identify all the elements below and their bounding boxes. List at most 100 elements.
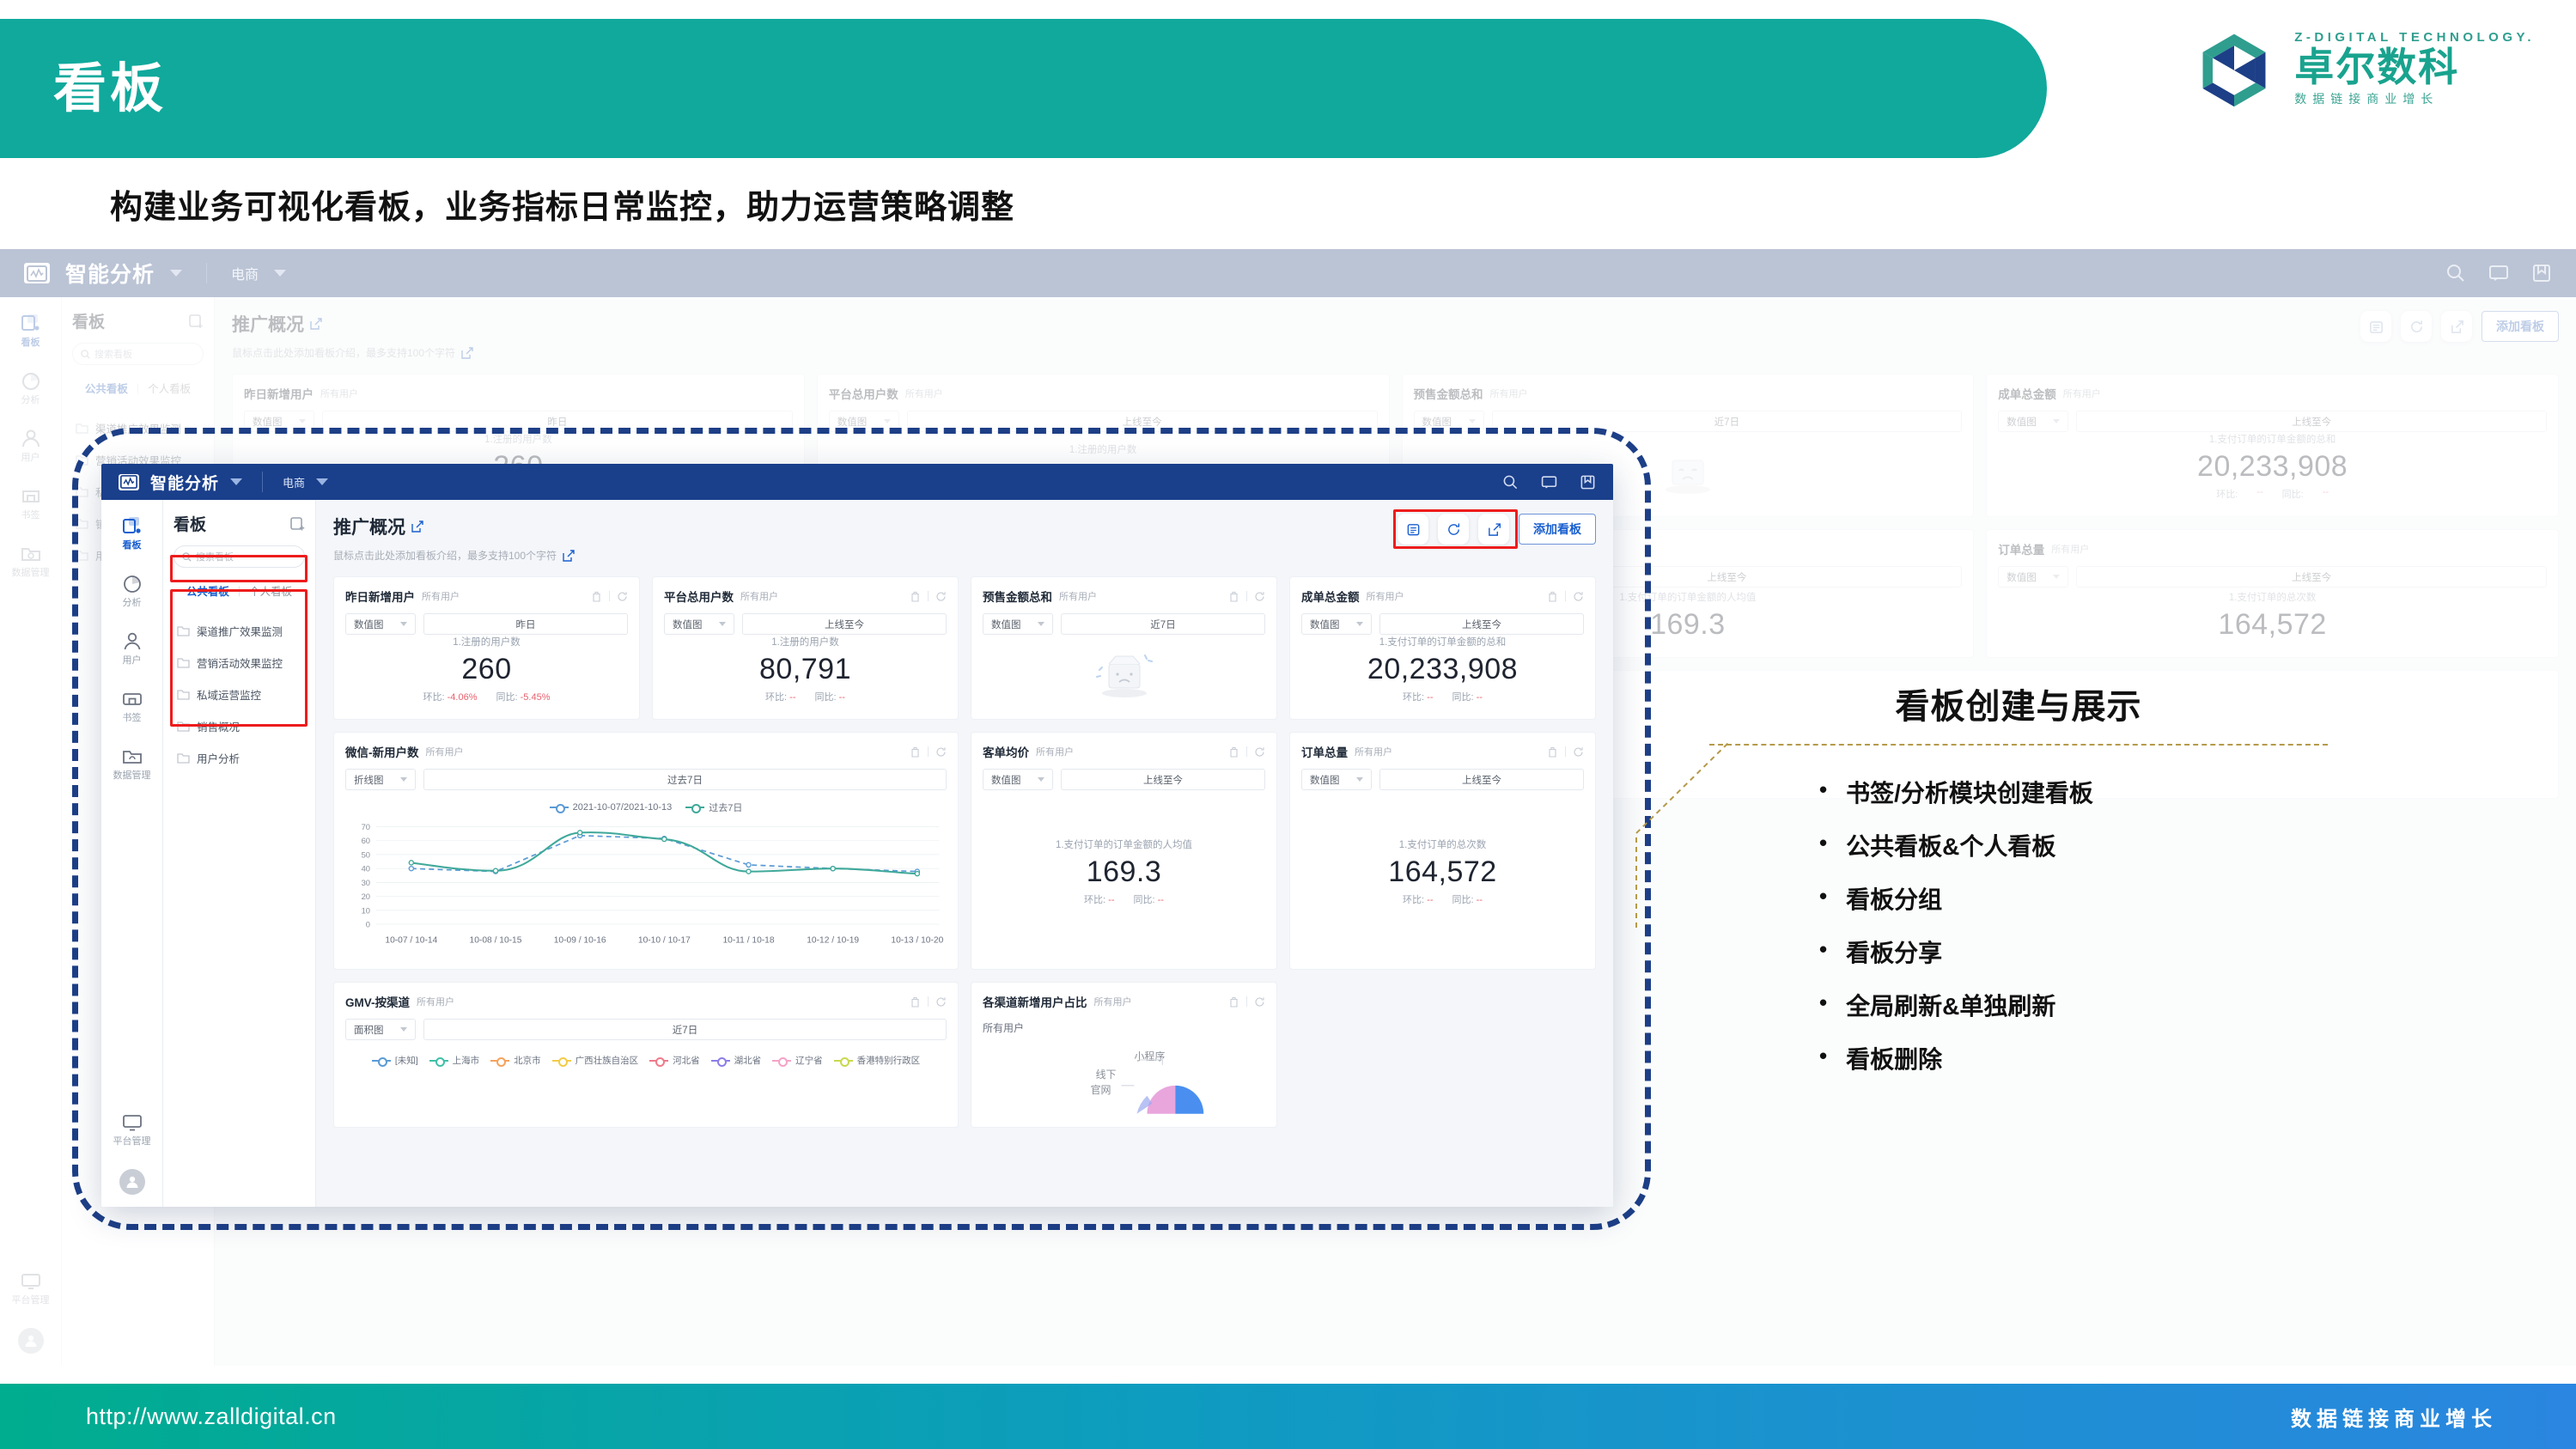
date-range-select[interactable]: 上线至今: [742, 613, 947, 635]
list-item[interactable]: 用户分析: [174, 742, 305, 774]
legend-item[interactable]: 过去7日: [685, 801, 742, 814]
sector-chevron-down-icon[interactable]: [316, 478, 329, 485]
sidebar-item-platform-management[interactable]: 平台管理: [101, 1111, 162, 1147]
delete-icon[interactable]: [591, 591, 602, 602]
mom-value: -4.06%: [447, 692, 478, 703]
date-range-select[interactable]: 近7日: [1061, 613, 1265, 635]
metric-card[interactable]: 客单均价 所有用户 数值图 上线至今 1.支付订单的订单金额的人均值 169.3…: [971, 732, 1277, 971]
sidebar-item-bookmark[interactable]: 书签: [101, 688, 162, 723]
refresh-icon[interactable]: [935, 591, 947, 602]
legend-item[interactable]: 广西壮族自治区: [551, 1054, 638, 1067]
chevron-down-icon: [2053, 419, 2061, 423]
list-item[interactable]: 销售概况: [174, 710, 305, 742]
chart-type-select[interactable]: 数值图: [1301, 769, 1372, 790]
board-header: 推广概况 鼠标点击此处添加看板介绍，最多支持100个字符 添加看板: [333, 509, 1596, 563]
sidebar-item-dashboard[interactable]: 看板: [101, 515, 162, 551]
refresh-icon[interactable]: [1254, 746, 1265, 758]
tab-public-boards[interactable]: 公共看板: [186, 582, 229, 599]
add-board-icon[interactable]: [289, 516, 305, 532]
date-range-value: 昨日: [322, 411, 793, 432]
legend-item[interactable]: 上海市: [429, 1054, 479, 1067]
date-range-select[interactable]: 上线至今: [1379, 769, 1584, 790]
app-body: 看板 分析 用户 书签 数据管理 平台管理 看板 搜索看板 公共看板 | 个人看…: [101, 500, 1613, 1207]
metric-card[interactable]: 平台总用户数 所有用户 数值图 上线至今 1.注册的用户数 80,791 环比:…: [652, 576, 959, 720]
delete-icon[interactable]: [910, 996, 921, 1008]
chevron-down-icon: [883, 419, 891, 423]
legend-item[interactable]: 北京市: [490, 1054, 541, 1067]
legend-label: 北京市: [514, 1056, 541, 1067]
legend-item[interactable]: 湖北省: [710, 1054, 761, 1067]
note-button[interactable]: [1398, 514, 1428, 545]
metric-card[interactable]: 昨日新增用户 所有用户 数值图 昨日 1.注册的用户数 260 环比: -4.0…: [333, 576, 640, 720]
share-button[interactable]: [1478, 514, 1509, 545]
pie-chart-card[interactable]: 各渠道新增用户占比 所有用户 所有用户 小程序 线下 官网: [971, 982, 1277, 1128]
tool-divider: [928, 746, 929, 757]
x-tick-label: 10-10 / 10-17: [638, 935, 691, 945]
metric-card[interactable]: 订单总量 所有用户 数值图 上线至今 1.支付订单的总次数 164,572 环比…: [1289, 732, 1596, 971]
metric-card[interactable]: 成单总金额 所有用户 数值图 上线至今 1.支付订单的订单金额的总和 20,23…: [1289, 576, 1596, 720]
card-header: 成单总金额 所有用户: [1301, 588, 1584, 605]
sidebar-item-users[interactable]: 用户: [101, 630, 162, 666]
list-item[interactable]: 私域运营监控: [174, 679, 305, 710]
legend-item[interactable]: 河北省: [649, 1054, 700, 1067]
yoy-label: 同比:: [1452, 692, 1474, 703]
add-board-button[interactable]: 添加看板: [1519, 514, 1596, 545]
delete-icon[interactable]: [910, 591, 921, 602]
refresh-icon[interactable]: [1254, 996, 1265, 1008]
delete-icon[interactable]: [1547, 746, 1558, 758]
edit-icon[interactable]: [411, 521, 423, 533]
date-range-select[interactable]: 过去7日: [423, 769, 947, 790]
area-chart-card[interactable]: GMV-按渠道 所有用户 面积图 近7日 [未知] 上海市 北京市 广西壮族自治…: [333, 982, 959, 1128]
dashboard-icon: [122, 517, 141, 533]
refresh-icon[interactable]: [617, 591, 628, 602]
foreground-app-window[interactable]: 智能分析 电商 看板 分析 用户 书签 数据管理 平台管理 看板 搜索看板 公共…: [101, 464, 1613, 1207]
refresh-icon[interactable]: [935, 746, 947, 758]
metric-body: 1.注册的用户数 80,791 环比: -- 同比: --: [664, 635, 947, 709]
chart-type-select[interactable]: 数值图: [345, 613, 416, 635]
chart-type-select[interactable]: 面积图: [345, 1019, 416, 1041]
refresh-icon[interactable]: [1573, 591, 1584, 602]
chart-type-select[interactable]: 数值图: [1301, 613, 1372, 635]
legend-item[interactable]: 2021-10-07/2021-10-13: [549, 801, 672, 814]
mom-group: 环比: --: [1403, 690, 1433, 703]
bullet-text: 看板分享: [1846, 940, 1943, 966]
refresh-icon[interactable]: [935, 996, 947, 1008]
search-input[interactable]: 搜索看板: [174, 545, 305, 568]
date-range-select[interactable]: 近7日: [423, 1019, 947, 1041]
card-header: 昨日新增用户 所有用户: [345, 588, 628, 605]
book-icon[interactable]: [1580, 474, 1596, 490]
list-item[interactable]: 营销活动效果监控: [174, 647, 305, 679]
sector-label[interactable]: 电商: [283, 474, 305, 490]
tab-personal-boards[interactable]: 个人看板: [249, 582, 292, 599]
legend-item[interactable]: 香港特别行政区: [833, 1054, 920, 1067]
legend-item[interactable]: [未知]: [371, 1054, 418, 1067]
refresh-icon[interactable]: [1573, 746, 1584, 758]
brand-chevron-down-icon[interactable]: [230, 478, 243, 485]
delete-icon[interactable]: [1228, 996, 1239, 1008]
delete-icon[interactable]: [1228, 746, 1239, 758]
list-item[interactable]: 渠道推广效果监测: [174, 615, 305, 647]
sidebar-item-data-management[interactable]: 数据管理: [101, 746, 162, 781]
date-range-select[interactable]: 上线至今: [1379, 613, 1584, 635]
search-icon[interactable]: [1502, 474, 1519, 490]
delete-icon[interactable]: [1228, 591, 1239, 602]
line-chart-card[interactable]: 微信-新用户数 所有用户 折线图 过去7日 2021-10-07/2021-10…: [333, 732, 959, 971]
legend-marker: [549, 803, 569, 813]
chart-type-select[interactable]: 数值图: [664, 613, 734, 635]
delete-icon[interactable]: [910, 746, 921, 758]
delete-icon[interactable]: [1547, 591, 1558, 602]
legend-item[interactable]: 辽宁省: [772, 1054, 823, 1067]
message-icon[interactable]: [1541, 474, 1557, 490]
refresh-icon[interactable]: [1254, 591, 1265, 602]
date-range-select[interactable]: 上线至今: [1061, 769, 1265, 790]
metric-card[interactable]: 预售金额总和 所有用户 数值图 近7日: [971, 576, 1277, 720]
date-range-select[interactable]: 昨日: [423, 613, 628, 635]
chart-type-select[interactable]: 数值图: [983, 613, 1053, 635]
avatar[interactable]: [119, 1169, 145, 1195]
refresh-button[interactable]: [1438, 514, 1469, 545]
sidebar-item-analysis[interactable]: 分析: [101, 573, 162, 608]
chart-type-select[interactable]: 折线图: [345, 769, 416, 790]
app-brand-label[interactable]: 智能分析: [150, 471, 219, 494]
edit-icon[interactable]: [563, 549, 575, 562]
chart-type-select[interactable]: 数值图: [983, 769, 1053, 790]
